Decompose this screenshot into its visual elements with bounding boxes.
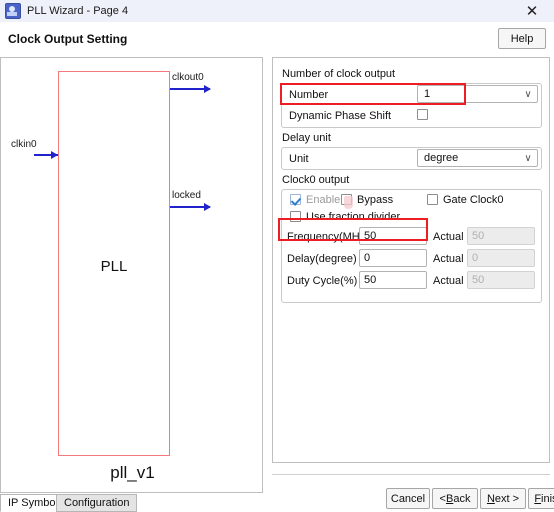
back-mnemonic: B [445,492,454,505]
arrow-clkin0 [51,151,58,159]
delay-actual-label: Actual [433,253,464,265]
back-suffix: ack [453,492,471,505]
window-title: PLL Wizard - Page 4 [27,5,129,17]
cancel-button[interactable]: Cancel [386,488,430,509]
duty-cycle-input[interactable]: 50 [359,271,427,289]
arrow-locked [204,203,211,211]
finish-suffix: inish [541,492,554,505]
footer-separator [272,474,550,475]
number-select[interactable]: 1 ∨ [417,85,538,103]
chevron-down-icon: ∨ [524,152,532,164]
finish-button[interactable]: Finish [528,488,554,509]
frequency-actual-value: 50 [467,227,535,245]
dynamic-phase-shift-label: Dynamic Phase Shift [289,110,392,122]
use-fraction-divider-checkbox[interactable] [290,211,301,222]
pll-app-icon [5,3,21,19]
port-label-clkout0: clkout0 [172,72,204,83]
unit-label: Unit [289,153,309,165]
delay-label: Delay(degree) [287,253,357,265]
clock0-group-caption: Clock0 output [282,174,350,186]
configuration-panel: Number of clock output Number 1 ∨ Dynami… [272,57,550,463]
delay-unit-group-caption: Delay unit [282,132,331,144]
gate-clock0-label: Gate Clock0 [443,194,504,206]
ip-symbol-panel: PLL clkin0 clkout0 locked pll_v1 [0,57,263,493]
use-fraction-divider-label: Use fraction divider [306,211,401,223]
next-suffix: ext > [494,492,520,505]
module-name-label: pll_v1 [110,463,155,482]
frequency-input[interactable]: 50 [359,227,427,245]
back-button[interactable]: < Back [432,488,478,509]
enable-label: Enable [306,194,341,206]
unit-select[interactable]: degree ∨ [417,149,538,167]
arrow-clkout0 [204,85,211,93]
duty-cycle-label: Duty Cycle(%) [287,275,358,287]
page-header: Clock Output Setting Help [0,22,554,56]
number-label: Number [289,89,329,101]
duty-cycle-actual-label: Actual [433,275,464,287]
bypass-label: Bypass [357,194,394,206]
frequency-actual-label: Actual [433,231,464,243]
frequency-label: Frequency(MHz) [287,231,369,243]
close-icon[interactable]: ✕ [510,0,554,22]
number-select-value: 1 [424,88,431,100]
tab-configuration[interactable]: Configuration [56,494,138,512]
port-label-locked: locked [172,190,201,201]
tabbar: IP Symbol Configuration [0,494,263,512]
chevron-down-icon: ∨ [524,88,532,100]
delay-actual-value: 0 [467,249,535,267]
delay-input[interactable]: 0 [359,249,427,267]
next-mnemonic: N [486,492,495,505]
pll-block-label: PLL [100,258,128,275]
duty-cycle-actual-value: 50 [467,271,535,289]
window-titlebar: PLL Wizard - Page 4 ✕ [0,0,554,23]
enable-checkbox[interactable] [290,194,301,205]
dynamic-phase-shift-checkbox[interactable] [417,109,428,120]
number-group-caption: Number of clock output [282,68,396,80]
help-button[interactable]: Help [498,28,546,49]
port-label-clkin0: clkin0 [11,139,37,150]
unit-select-value: degree [424,152,459,164]
gate-clock0-checkbox[interactable] [427,194,438,205]
cursor-artifact [344,196,353,209]
page-title: Clock Output Setting [8,32,128,46]
finish-mnemonic: F [534,492,542,505]
next-button[interactable]: Next > [480,488,526,509]
